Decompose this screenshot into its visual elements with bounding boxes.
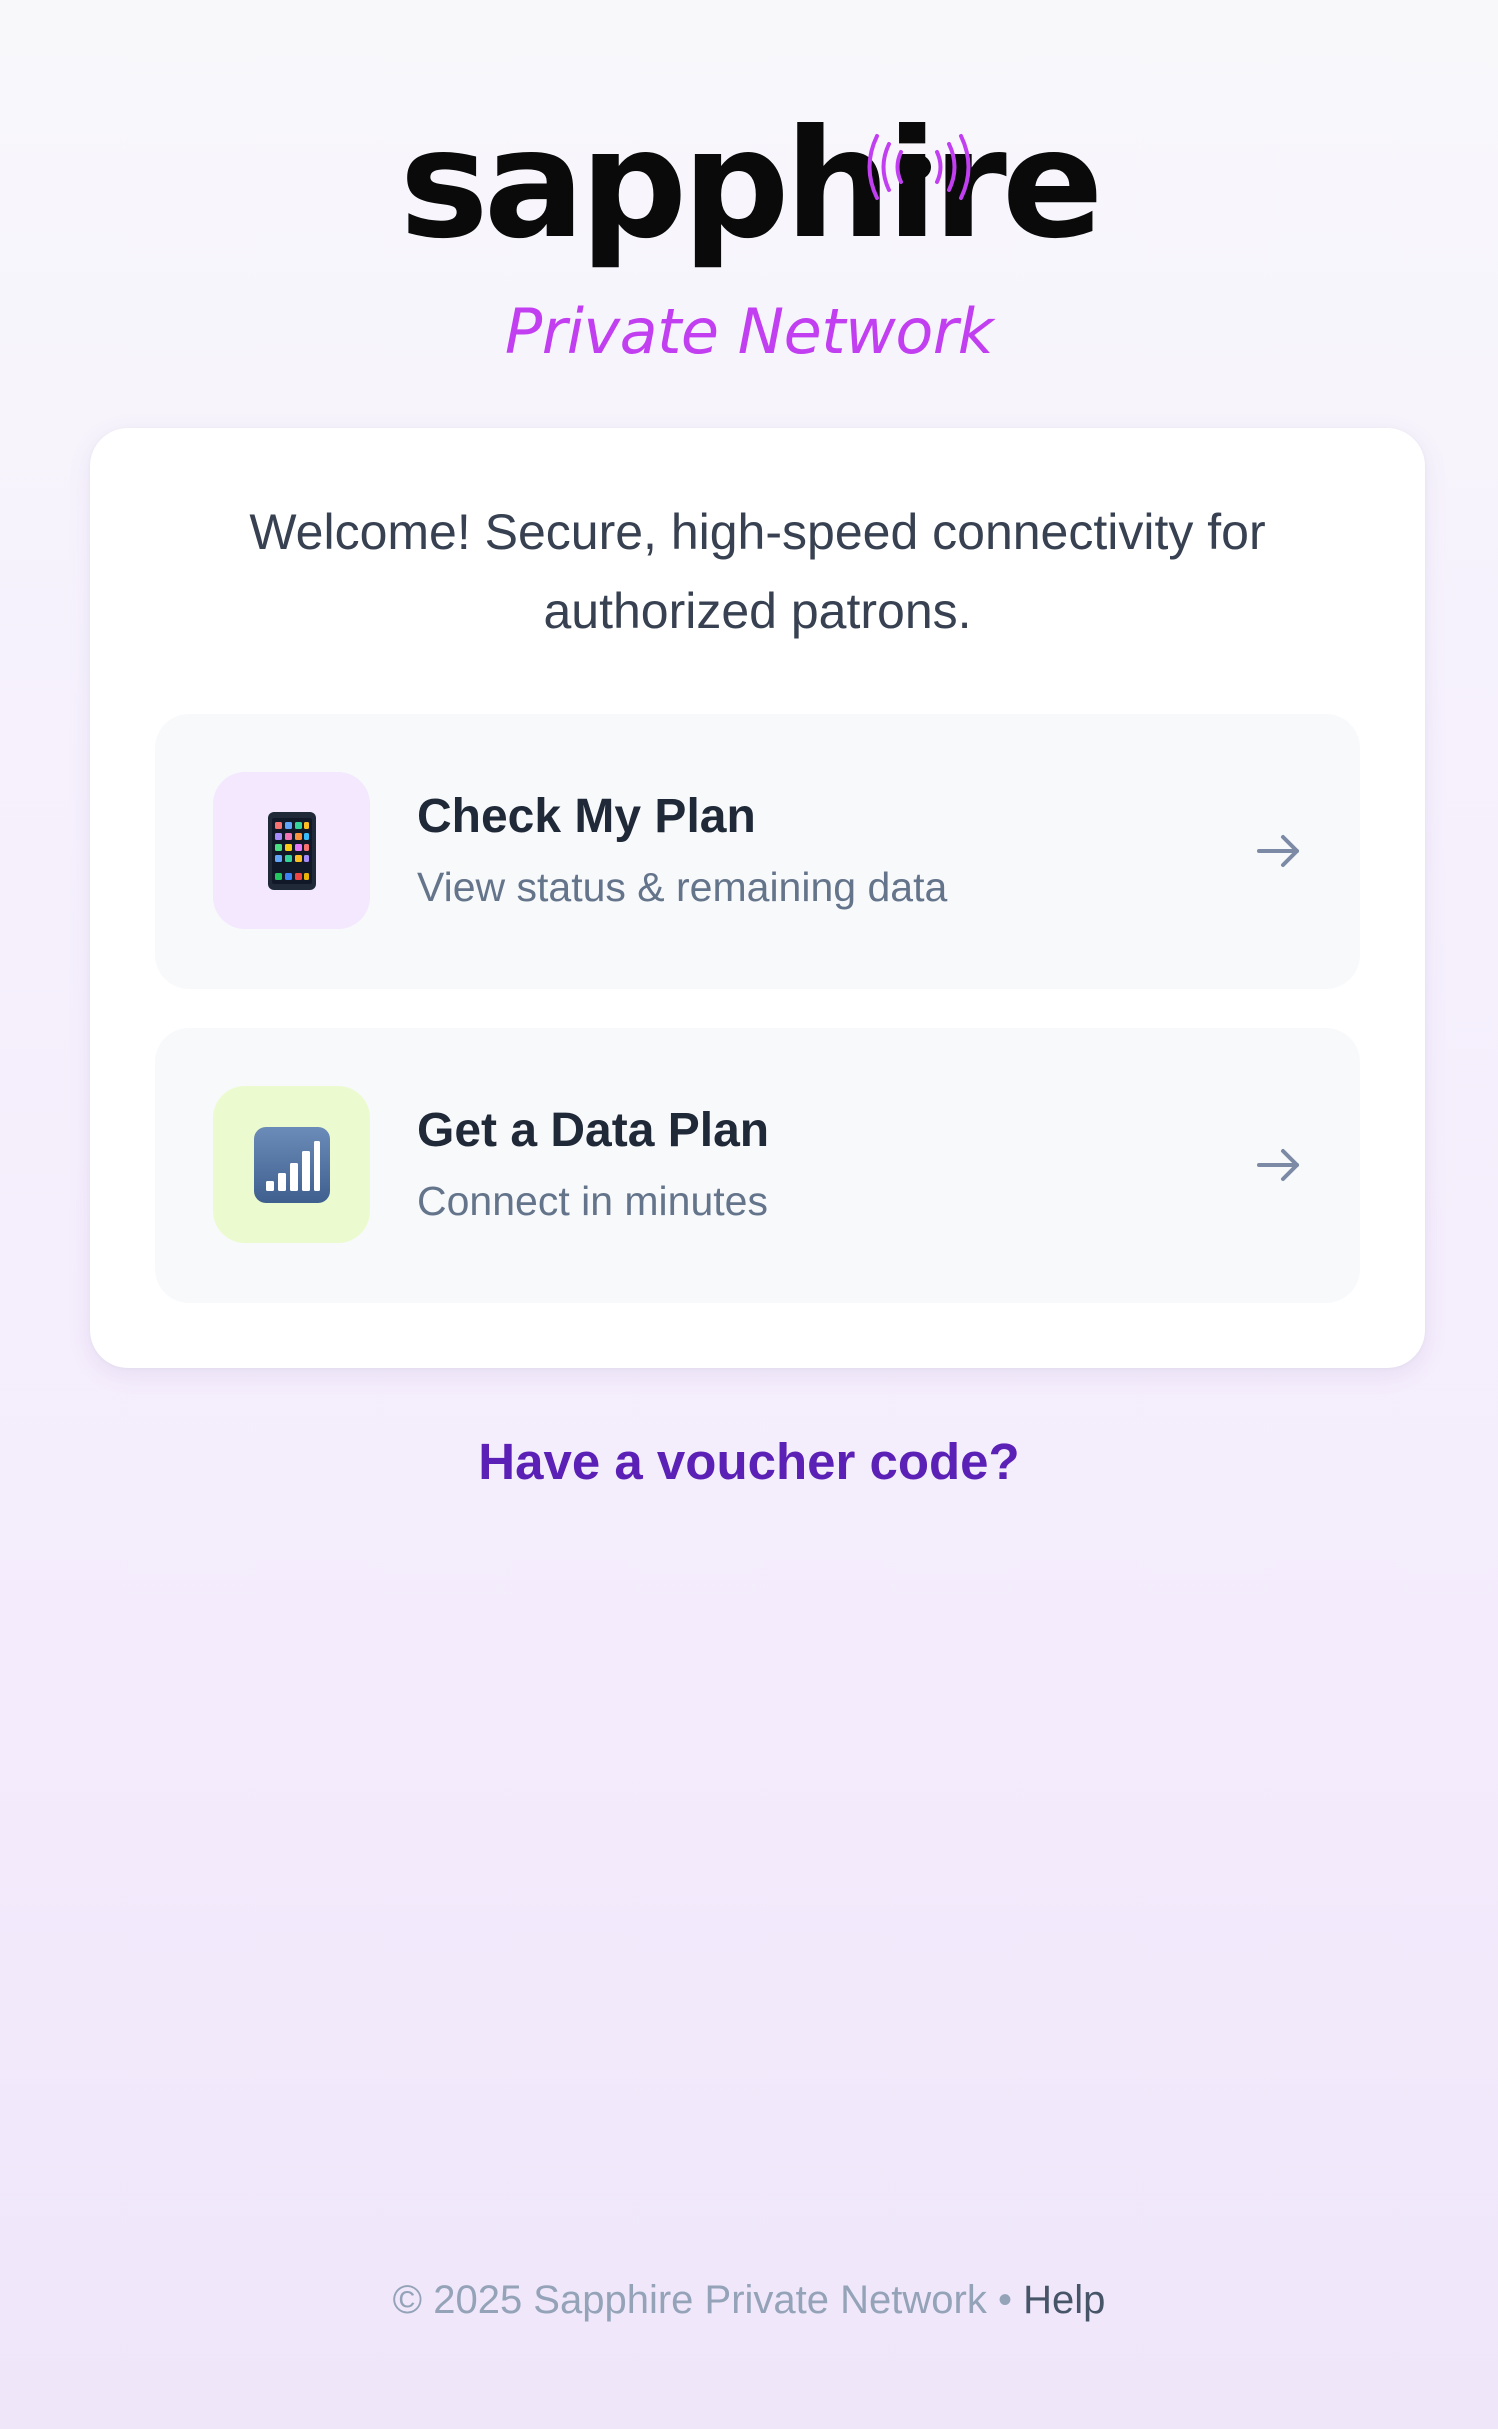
get-data-plan-button[interactable]: Get a Data Plan Connect in minutes [155,1028,1360,1303]
logo-tagline: Private Network [504,295,994,368]
welcome-message: Welcome! Secure, high-speed connectivity… [249,504,1266,639]
signal-bars-icon [213,1086,370,1243]
mobile-phone-icon [213,772,370,929]
option-subtitle: View status & remaining data [417,864,948,910]
footer-separator: • [997,2278,1012,2322]
brand-logo: sapphire Private Network [0,110,1498,380]
captive-portal-page: sapphire Private Network Welcome! Secure… [0,0,1498,2429]
help-link[interactable]: Help [1023,2278,1105,2322]
check-my-plan-button[interactable]: Check My Plan View status & remaining da… [155,714,1360,989]
footer: © 2025 Sapphire Private Network • Help [0,2278,1498,2323]
option-subtitle: Connect in minutes [417,1178,768,1224]
broadcast-signal-icon [867,134,971,200]
footer-copyright: © 2025 Sapphire Private Network [392,2278,987,2322]
arrow-right-icon [1257,1149,1299,1181]
logo-wordmark: sapphire [399,98,1103,272]
arrow-right-icon [1257,835,1299,867]
voucher-code-link[interactable]: Have a voucher code? [0,1432,1498,1491]
option-title: Check My Plan [417,790,756,843]
option-title: Get a Data Plan [417,1104,770,1157]
welcome-card: Welcome! Secure, high-speed connectivity… [90,428,1425,1368]
